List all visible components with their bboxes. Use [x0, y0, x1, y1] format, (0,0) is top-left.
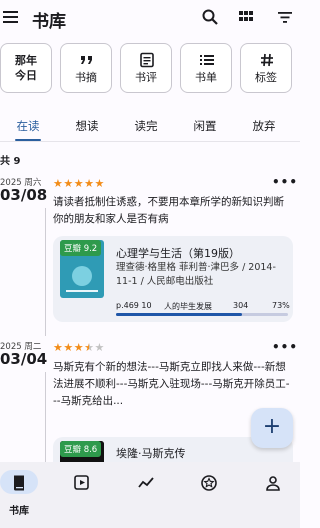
shortcut-label: 书摘 [75, 71, 97, 84]
entry-note: 请读者抵制住诱惑，不要用本章所学的新知识判断你的朋友和家人是否有病 [53, 196, 284, 225]
more-options-icon[interactable]: ••• [272, 175, 298, 189]
shortcut-label: 标签 [255, 71, 277, 84]
progress-page-total: 304 [233, 301, 249, 310]
entry-note: 马斯克有个新的想法---马斯克立即找人来做---新想法进展不顺利---马斯克入驻… [53, 361, 290, 407]
timeline-line [45, 372, 46, 464]
person-icon[interactable] [264, 474, 282, 492]
timeline-line [45, 208, 46, 336]
book-authors: 理查德·格里格 菲利普·津巴多 / 2014-11-1 / 人民邮电出版社 [116, 262, 276, 287]
tab-indicator [15, 139, 41, 141]
tab-idle[interactable]: 闲置 [179, 118, 231, 134]
shortcut-booklists[interactable]: 书单 [180, 43, 232, 93]
top-app-bar: 书库 [0, 0, 300, 36]
book-card[interactable]: 豆瓣 9.2 心理学与生活（第19版） 理查德·格里格 菲利普·津巴多 / 20… [53, 236, 293, 322]
entry-date: 03/04 [0, 350, 48, 368]
tab-reading[interactable]: 在读 [2, 118, 54, 134]
video-icon[interactable] [73, 474, 91, 492]
tab-finished[interactable]: 读完 [120, 118, 172, 134]
progress-fill [116, 313, 242, 316]
page-title: 书库 [32, 12, 66, 32]
shortcut-row: 那年今日 书摘 书评 书单 标签 [0, 43, 300, 95]
shortcut-label: 书评 [135, 71, 157, 84]
star-badge-icon[interactable] [200, 474, 218, 492]
tab-want-to-read[interactable]: 想读 [61, 118, 113, 134]
tab-abandoned[interactable]: 放弃 [238, 118, 290, 134]
hashtag-icon [261, 53, 273, 67]
more-options-icon[interactable]: ••• [272, 340, 298, 354]
progress-bar [116, 313, 288, 316]
bottom-navigation: 书库 [0, 462, 300, 528]
quote-icon [81, 56, 92, 64]
shortcut-label: 书单 [195, 71, 217, 84]
douban-rating-badge: 豆瓣 9.2 [60, 240, 102, 256]
add-fab-button[interactable]: + [251, 408, 293, 448]
review-icon [140, 52, 154, 68]
shortcut-tags[interactable]: 标签 [240, 43, 292, 93]
rating-stars: ★★★★★ [53, 341, 105, 354]
list-item[interactable]: 2025 周六 03/08 ★★★★★ ••• 请读者抵制住诱惑，不要用本章所学… [0, 172, 300, 336]
stats-icon[interactable] [137, 474, 155, 492]
menu-icon[interactable] [2, 8, 20, 26]
shortcut-this-day[interactable]: 那年今日 [0, 43, 52, 93]
item-count: 共 9 [0, 156, 21, 167]
progress-page: p.469 10 [116, 301, 152, 310]
progress-chapter: 人的毕生发展 [164, 302, 212, 311]
progress-percent: 73% [272, 301, 290, 310]
book-title: 埃隆·马斯克传 [116, 447, 186, 460]
book-icon [14, 475, 24, 491]
shortcut-label: 那年今日 [15, 54, 37, 82]
douban-rating-badge: 豆瓣 8.6 [60, 441, 102, 457]
filter-icon[interactable] [276, 8, 294, 26]
rating-stars: ★★★★★ [53, 177, 105, 190]
grid-icon[interactable] [237, 8, 255, 26]
list-icon [200, 55, 214, 65]
search-icon[interactable] [201, 8, 219, 26]
reading-status-tabs: 在读 想读 读完 闲置 放弃 [0, 112, 300, 142]
entry-date: 03/08 [0, 186, 48, 204]
shortcut-excerpts[interactable]: 书摘 [60, 43, 112, 93]
book-title: 心理学与生活（第19版） [116, 247, 240, 260]
shortcut-reviews[interactable]: 书评 [120, 43, 172, 93]
nav-label: 书库 [9, 506, 29, 517]
